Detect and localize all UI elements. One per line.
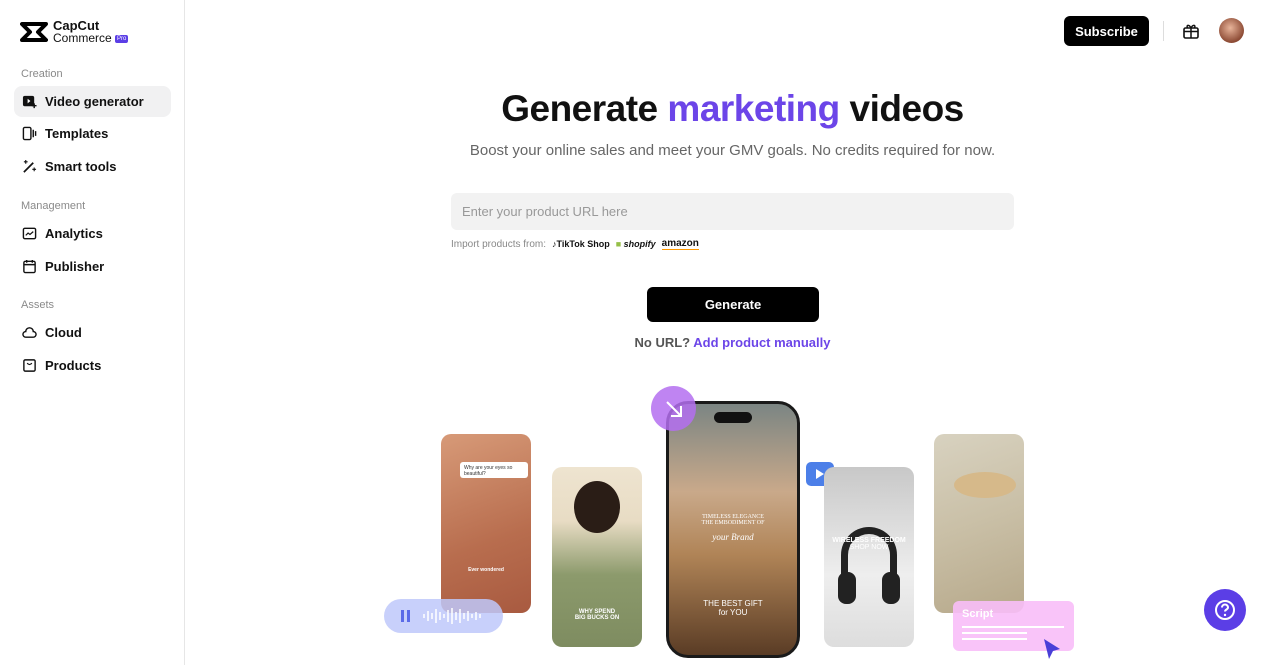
resize-arrow-icon — [651, 386, 696, 431]
section-management: Management — [21, 200, 86, 212]
sidebar-item-label: Analytics — [45, 226, 103, 241]
pro-badge: Pro — [115, 34, 129, 43]
sidebar-item-products[interactable]: Products — [14, 350, 171, 381]
video-plus-icon — [22, 95, 37, 109]
audio-waveform-pill — [384, 599, 503, 633]
man-video-card: WHY SPEND BIG BUCKS ON — [552, 467, 642, 647]
capcut-commerce-logo[interactable]: CapCut Commerce Pro — [20, 19, 129, 45]
sidebar-item-video-generator[interactable]: Video generator — [14, 86, 171, 117]
card-caption: WHY SPEND BIG BUCKS ON — [574, 609, 620, 621]
import-label: Import products from: — [451, 238, 547, 250]
sidebar-item-publisher[interactable]: Publisher — [14, 251, 171, 282]
avatar[interactable] — [1219, 18, 1244, 43]
sidebar-item-analytics[interactable]: Analytics — [14, 218, 171, 249]
page-subtitle: Boost your online sales and meet your GM… — [469, 142, 996, 159]
sidebar-item-label: Video generator — [45, 94, 144, 109]
tiktok-shop-logo[interactable]: ♪TikTok Shop — [552, 239, 610, 249]
chart-icon — [22, 227, 37, 240]
phone-caption-bottom: THE BEST GIFT for YOU — [703, 599, 763, 617]
capcut-logo-icon — [20, 22, 48, 43]
product-url-input[interactable] — [451, 193, 1014, 230]
help-button[interactable] — [1204, 589, 1246, 631]
phone-mockup: TIMELESS ELEGANCE THE EMBODIMENT OF your … — [666, 401, 800, 658]
sidebar-item-label: Smart tools — [45, 159, 117, 174]
face-video-card: Why are your eyes so beautiful? Ever won… — [441, 434, 531, 613]
generate-button[interactable]: Generate — [647, 287, 819, 322]
divider — [1163, 21, 1164, 41]
templates-icon — [22, 126, 37, 141]
box-icon — [23, 359, 36, 372]
sidebar-item-label: Cloud — [45, 325, 82, 340]
section-assets: Assets — [21, 299, 55, 311]
sidebar: CapCut Commerce Pro Creation Video genera… — [0, 0, 185, 665]
sidebar-item-cloud[interactable]: Cloud — [14, 317, 171, 348]
sidebar-item-label: Templates — [45, 126, 109, 141]
question-icon — [1215, 600, 1235, 620]
shopify-logo[interactable]: ■ shopify — [616, 239, 656, 249]
import-sources: Import products from: ♪TikTok Shop ■ sho… — [451, 238, 699, 250]
brand-sub: Commerce — [53, 31, 112, 45]
sidebar-item-templates[interactable]: Templates — [14, 118, 171, 149]
magic-wand-icon — [23, 159, 37, 173]
add-product-manually-link[interactable]: Add product manually — [693, 335, 830, 350]
waveform-icon — [423, 608, 481, 624]
page-title: Generate marketing videos — [501, 88, 964, 129]
card-caption: WIRELESS FREEDOM SHOP NOW — [832, 537, 906, 551]
pause-icon — [401, 610, 410, 622]
script-label: Script — [962, 608, 994, 620]
headphones-card: WIRELESS FREEDOM SHOP NOW — [824, 467, 914, 647]
sidebar-item-label: Products — [45, 358, 102, 373]
phone-caption: TIMELESS ELEGANCE THE EMBODIMENT OF — [701, 514, 765, 526]
cloud-icon — [22, 327, 37, 338]
subscribe-button[interactable]: Subscribe — [1064, 16, 1149, 46]
gift-icon[interactable] — [1182, 22, 1200, 40]
sidebar-item-label: Publisher — [45, 259, 105, 274]
sidebar-item-smart-tools[interactable]: Smart tools — [14, 151, 171, 182]
amazon-logo[interactable]: amazon — [661, 238, 699, 250]
calendar-icon — [23, 259, 36, 274]
hat-woman-card — [934, 434, 1024, 613]
section-creation: Creation — [21, 68, 63, 80]
cursor-icon — [1044, 639, 1060, 659]
card-caption: Ever wondered — [468, 567, 504, 573]
phone-brand: your Brand — [712, 532, 754, 542]
comment-bubble: Why are your eyes so beautiful? — [460, 462, 528, 478]
no-url-text: No URL? Add product manually — [634, 335, 831, 350]
